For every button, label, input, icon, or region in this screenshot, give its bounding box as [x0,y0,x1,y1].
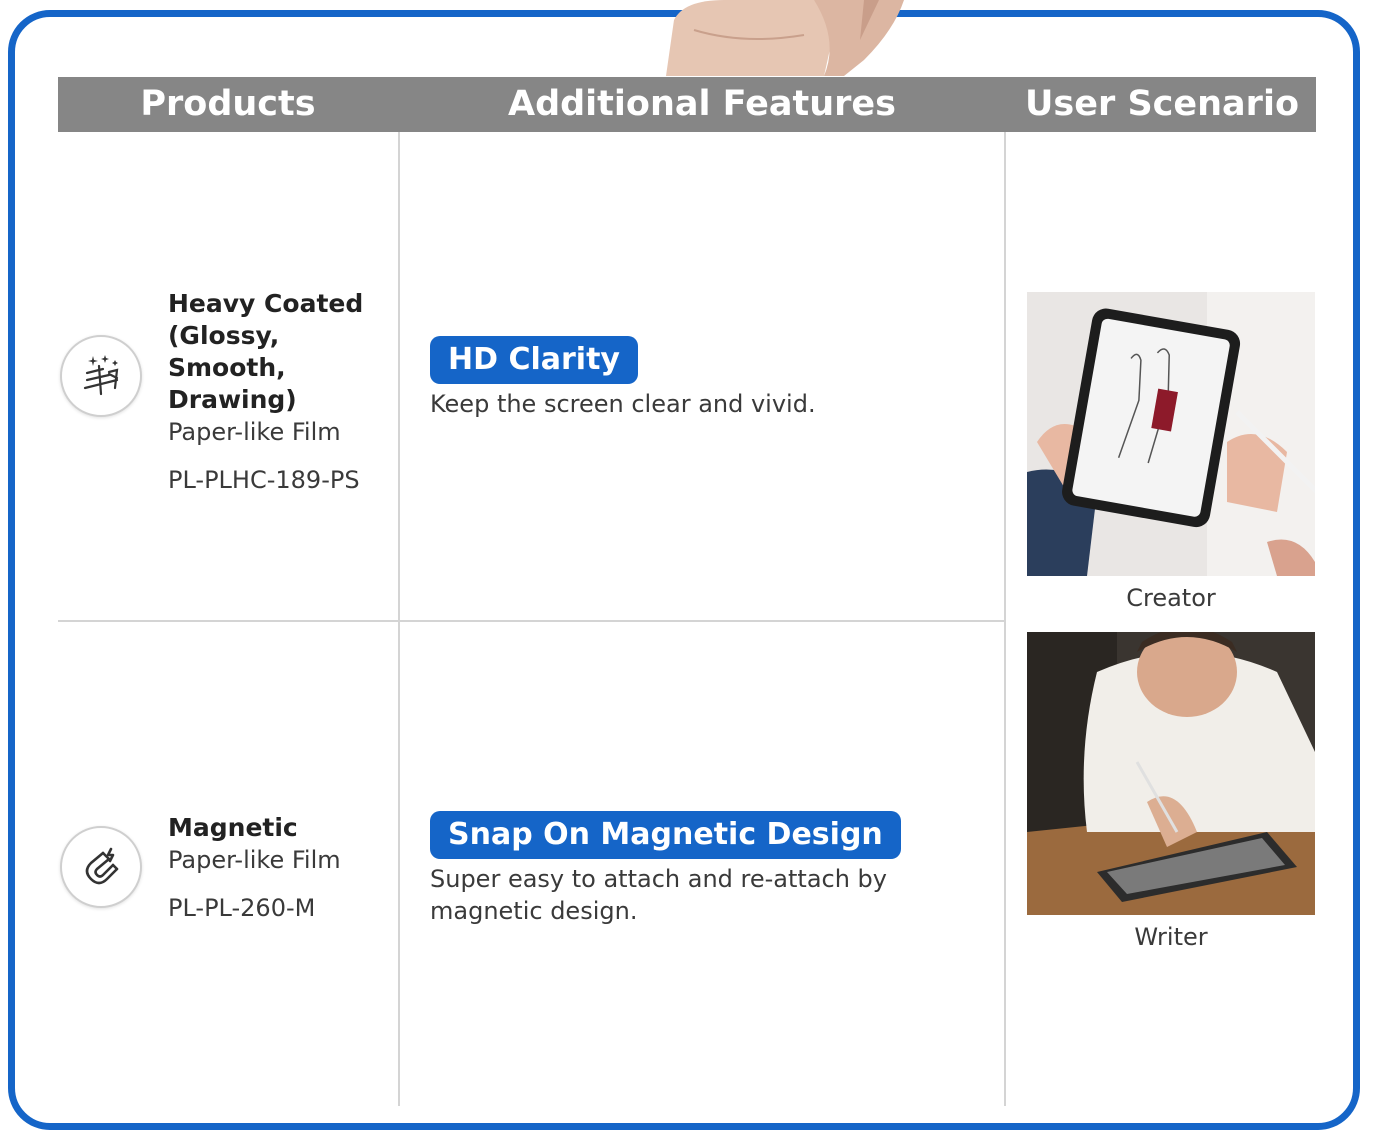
sparkle-pen-icon [83,355,119,396]
product-type: Paper-like Film [168,418,341,446]
product-code: PL-PL-260-M [168,894,316,922]
feature-badge: Snap On Magnetic Design [430,811,901,859]
header-products: Products [140,84,316,124]
feature-description: Super easy to attach and re-attach by ma… [430,865,887,925]
product-info: Heavy Coated (Glossy, Smooth, Drawing) P… [168,288,398,496]
table-header: Products Additional Features User Scenar… [58,77,1316,132]
feature-description: Keep the screen clear and vivid. [430,390,816,418]
product-icon-circle [60,826,142,908]
row-divider [58,620,1006,622]
column-divider [1004,132,1006,1106]
product-code: PL-PLHC-189-PS [168,466,360,494]
hand-image [664,0,922,76]
header-scenario: User Scenario [1025,84,1299,124]
scenario-caption: Creator [1126,584,1216,612]
column-divider [398,132,400,1106]
product-name: Heavy Coated (Glossy, Smooth, Drawing) [168,289,364,414]
header-features: Additional Features [507,84,896,124]
magnet-icon [85,847,119,885]
feature-badge: HD Clarity [430,336,638,384]
product-info: Magnetic Paper-like Film PL-PL-260-M [168,812,398,924]
creator-photo [1027,292,1315,576]
product-name: Magnetic [168,813,298,842]
writer-photo [1027,632,1315,915]
scenario-caption: Writer [1134,923,1208,951]
product-icon-circle [60,335,142,417]
product-type: Paper-like Film [168,846,341,874]
